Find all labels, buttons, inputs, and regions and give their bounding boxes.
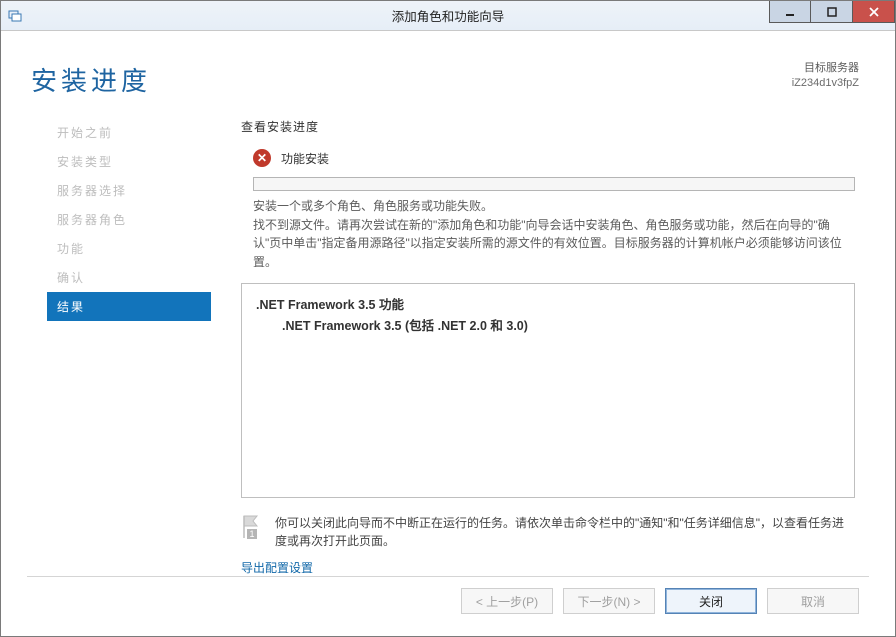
app-icon <box>1 1 29 30</box>
result-feature-group: .NET Framework 3.5 功能 <box>256 294 840 313</box>
page-title: 安装进度 <box>31 61 151 98</box>
window-title: 添加角色和功能向导 <box>1 6 895 25</box>
explain-line2: 找不到源文件。请再次尝试在新的"添加角色和功能"向导会话中安装角色、角色服务或功… <box>253 216 855 272</box>
main-pane: 查看安装进度 ✕ 功能安装 安装一个或多个角色、角色服务或功能失败。 找不到源文… <box>211 108 895 576</box>
progress-bar <box>253 177 855 191</box>
target-server-label: 目标服务器 <box>792 61 859 76</box>
maximize-icon <box>827 7 837 17</box>
target-server-name: iZ234d1v3fpZ <box>792 76 859 91</box>
export-settings-link[interactable]: 导出配置设置 <box>241 559 855 576</box>
step-before-you-begin: 开始之前 <box>47 118 211 147</box>
step-features: 功能 <box>47 234 211 263</box>
error-explanation: 安装一个或多个角色、角色服务或功能失败。 找不到源文件。请再次尝试在新的"添加角… <box>241 197 855 271</box>
close-button[interactable]: 关闭 <box>665 588 757 614</box>
note-text: 你可以关闭此向导而不中断正在运行的任务。请依次单击命令栏中的"通知"和"任务详细… <box>275 514 855 551</box>
cancel-button: 取消 <box>767 588 859 614</box>
step-installation-type: 安装类型 <box>47 147 211 176</box>
step-server-roles: 服务器角色 <box>47 205 211 234</box>
wizard-window: 添加角色和功能向导 安装进度 目标服务器 iZ234d1v3fpZ 开始 <box>0 0 896 637</box>
header-row: 安装进度 目标服务器 iZ234d1v3fpZ <box>1 31 895 108</box>
previous-button: < 上一步(P) <box>461 588 553 614</box>
maximize-button[interactable] <box>811 1 853 23</box>
step-confirmation: 确认 <box>47 263 211 292</box>
note-row: 1 你可以关闭此向导而不中断正在运行的任务。请依次单击命令栏中的"通知"和"任务… <box>241 498 855 551</box>
status-row: ✕ 功能安装 <box>241 149 855 167</box>
wizard-steps-sidebar: 开始之前 安装类型 服务器选择 服务器角色 功能 确认 结果 <box>1 108 211 576</box>
step-results: 结果 <box>47 292 211 321</box>
explain-line1: 安装一个或多个角色、角色服务或功能失败。 <box>253 197 855 216</box>
error-icon: ✕ <box>253 149 271 167</box>
status-text: 功能安装 <box>281 150 329 167</box>
results-box[interactable]: .NET Framework 3.5 功能 .NET Framework 3.5… <box>241 283 855 497</box>
result-feature-item: .NET Framework 3.5 (包括 .NET 2.0 和 3.0) <box>256 315 840 334</box>
target-server-block: 目标服务器 iZ234d1v3fpZ <box>792 61 859 92</box>
svg-text:1: 1 <box>249 529 254 539</box>
minimize-button[interactable] <box>769 1 811 23</box>
window-controls <box>769 1 895 30</box>
footer-buttons: < 上一步(P) 下一步(N) > 关闭 取消 <box>1 576 895 636</box>
section-title: 查看安装进度 <box>241 118 855 135</box>
flag-icon: 1 <box>241 514 263 540</box>
body-split: 开始之前 安装类型 服务器选择 服务器角色 功能 确认 结果 查看安装进度 ✕ … <box>1 108 895 576</box>
content-area: 安装进度 目标服务器 iZ234d1v3fpZ 开始之前 安装类型 服务器选择 … <box>1 31 895 636</box>
title-bar: 添加角色和功能向导 <box>1 1 895 31</box>
close-icon <box>869 7 879 17</box>
close-window-button[interactable] <box>853 1 895 23</box>
minimize-icon <box>785 7 795 17</box>
next-button: 下一步(N) > <box>563 588 655 614</box>
step-server-selection: 服务器选择 <box>47 176 211 205</box>
